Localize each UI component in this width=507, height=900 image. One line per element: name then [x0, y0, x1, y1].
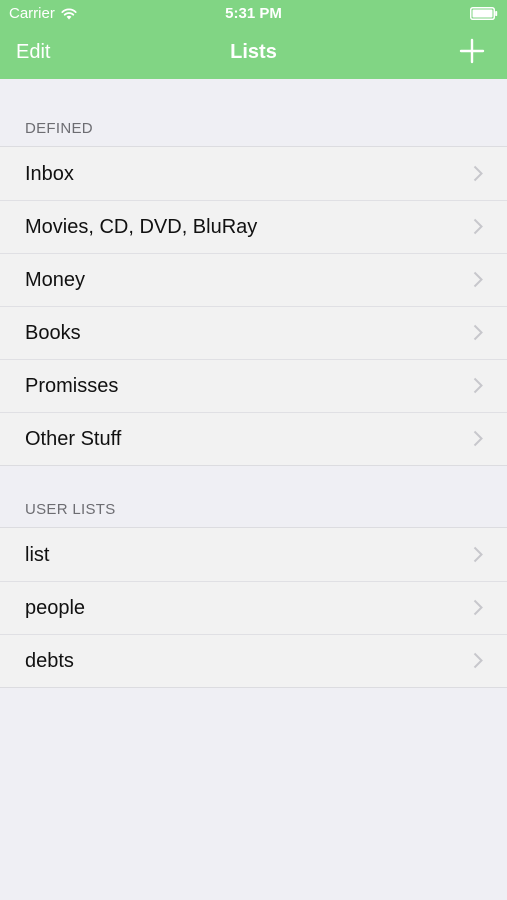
list-item-label: Money	[25, 269, 86, 291]
chevron-right-icon	[473, 652, 483, 669]
plus-icon[interactable]	[459, 38, 485, 64]
chevron-right-icon	[473, 430, 483, 447]
chevron-right-icon	[473, 218, 483, 235]
list-item-label: Movies, CD, DVD, BluRay	[25, 216, 258, 238]
list-item-books[interactable]: Books	[0, 306, 507, 359]
status-bar: Carrier 5:31 PM	[0, 0, 507, 28]
battery-icon	[470, 7, 498, 20]
chevron-right-icon	[473, 546, 483, 563]
chevron-right-icon	[473, 165, 483, 182]
status-time: 5:31 PM	[225, 5, 282, 22]
list-item-label: Inbox	[25, 163, 74, 185]
list-item-label: Promisses	[25, 375, 119, 397]
list-item-label: Books	[25, 322, 81, 344]
list-item-label: people	[25, 597, 86, 619]
header: Carrier 5:31 PM Edit Lists	[0, 0, 507, 79]
list-item-inbox[interactable]: Inbox	[0, 147, 507, 200]
section-header-user-lists: USER LISTS	[25, 501, 116, 518]
list-item-money[interactable]: Money	[0, 253, 507, 306]
list-item-label: Other Stuff	[25, 428, 122, 450]
section-header-defined: DEFINED	[25, 120, 93, 137]
list-item-movies[interactable]: Movies, CD, DVD, BluRay	[0, 200, 507, 253]
user-lists: list people debts	[0, 527, 507, 688]
chevron-right-icon	[473, 599, 483, 616]
list-item-label: debts	[25, 650, 74, 672]
list-item-people[interactable]: people	[0, 581, 507, 634]
list-item-debts[interactable]: debts	[0, 634, 507, 687]
list-item-label: list	[25, 544, 50, 566]
chevron-right-icon	[473, 271, 483, 288]
chevron-right-icon	[473, 377, 483, 394]
list-item-other-stuff[interactable]: Other Stuff	[0, 412, 507, 465]
defined-list: Inbox Movies, CD, DVD, BluRay Money Book…	[0, 146, 507, 466]
list-item-list[interactable]: list	[0, 528, 507, 581]
list-item-promisses[interactable]: Promisses	[0, 359, 507, 412]
navigation-bar: Edit Lists	[0, 28, 507, 79]
page-title: Lists	[230, 41, 277, 63]
chevron-right-icon	[473, 324, 483, 341]
